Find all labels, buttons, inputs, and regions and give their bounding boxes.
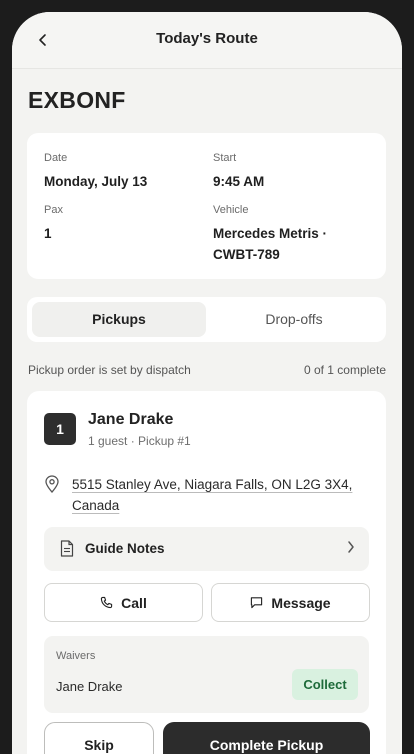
- waivers-label: Waivers: [56, 650, 96, 662]
- vehicle-value: Mercedes Metris · CWBT-789: [213, 226, 328, 262]
- start-label: Start: [213, 152, 237, 164]
- start-value: 9:45 AM: [213, 174, 265, 189]
- phone-icon: [100, 596, 113, 609]
- vehicle-label: Vehicle: [213, 204, 249, 216]
- waiver-guest-name: Jane Drake: [56, 679, 123, 694]
- complete-pickup-button[interactable]: Complete Pickup: [163, 722, 370, 754]
- route-details-card: Date Monday, July 13 Start 9:45 AM Pax 1…: [27, 133, 386, 279]
- phone-screen: Today's Route EXBONF Date Monday, July 1…: [12, 12, 402, 754]
- document-icon: [60, 540, 74, 557]
- message-label: Message: [271, 594, 331, 611]
- waivers-panel: Waivers Jane Drake Collect: [44, 636, 369, 713]
- pickup-order-note: Pickup order is set by dispatch: [28, 363, 191, 377]
- start-block: Start 9:45 AM: [213, 152, 264, 192]
- call-button[interactable]: Call: [44, 583, 203, 622]
- pickup-stop-card: 1 Jane Drake 1 guest · Pickup #1 5515 St…: [27, 391, 386, 754]
- tab-dropoffs[interactable]: Drop-offs: [207, 302, 381, 337]
- collect-waiver-button[interactable]: Collect: [292, 669, 358, 700]
- date-value: Monday, July 13: [44, 174, 148, 189]
- location-pin-icon: [45, 475, 59, 493]
- skip-button[interactable]: Skip: [44, 722, 154, 754]
- date-label: Date: [44, 152, 68, 164]
- call-label: Call: [121, 594, 147, 611]
- pickup-dropoff-tabs: Pickups Drop-offs: [27, 297, 386, 342]
- message-button[interactable]: Message: [211, 583, 370, 622]
- pax-label: Pax: [44, 204, 63, 216]
- chevron-right-icon: [347, 539, 355, 560]
- guest-subtitle: 1 guest · Pickup #1: [88, 434, 191, 448]
- guest-name: Jane Drake: [88, 411, 174, 428]
- stop-number-badge: 1: [44, 413, 76, 445]
- pickup-address-link[interactable]: 5515 Stanley Ave, Niagara Falls, ON L2G …: [72, 474, 372, 516]
- message-icon: [251, 597, 263, 609]
- tab-pickups[interactable]: Pickups: [32, 302, 206, 337]
- guide-notes-button[interactable]: Guide Notes: [44, 527, 369, 571]
- progress-row: Pickup order is set by dispatch 0 of 1 c…: [28, 363, 386, 377]
- pax-value: 1: [44, 226, 52, 241]
- guide-notes-label: Guide Notes: [85, 541, 165, 556]
- page-title: Today's Route: [156, 30, 258, 47]
- vehicle-block: Vehicle Mercedes Metris · CWBT-789: [213, 204, 373, 265]
- pax-block: Pax 1: [44, 204, 63, 244]
- route-code: EXBONF: [28, 87, 126, 113]
- date-block: Date Monday, July 13: [44, 152, 147, 192]
- completion-status: 0 of 1 complete: [303, 363, 386, 377]
- top-bar: Today's Route: [12, 12, 402, 69]
